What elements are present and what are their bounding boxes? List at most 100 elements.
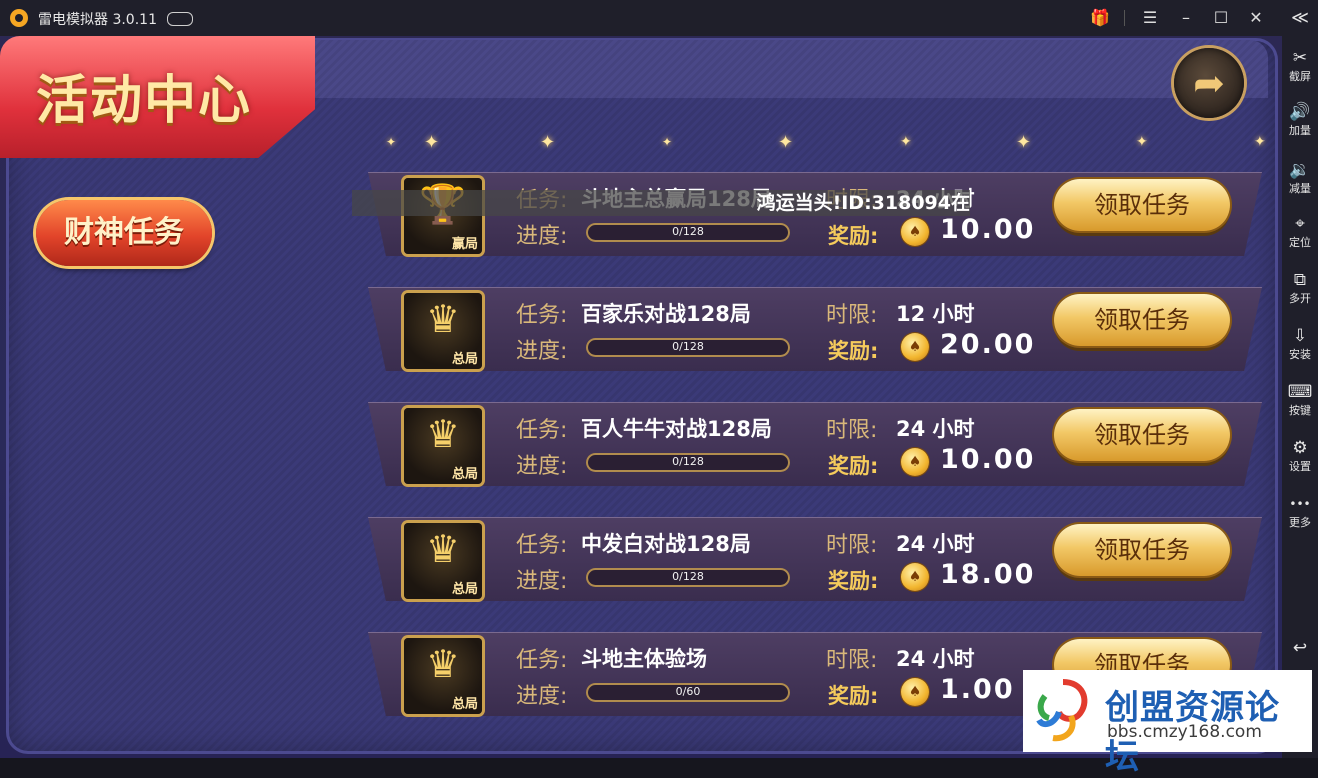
sidebar-item-label: 加量 [1289,124,1311,137]
task-row: ♛ 总局 任务: 百人牛牛对战128局 进度: 0/128 时限: 24 小时 … [368,402,1262,486]
task-icon-tag: 总局 [451,467,478,482]
time-limit-value: 24 小时 [896,417,975,441]
sparkle-icon: ✦ [1136,134,1148,150]
progress-label: 进度: [516,684,568,709]
progress-label: 进度: [516,339,568,364]
multi-window-icon: ⧉ [1293,270,1307,290]
menu-button[interactable]: ☰ [1138,6,1162,30]
time-limit-value: 24 小时 [896,647,975,671]
gold-balls-icon: ♛ [425,642,461,686]
task-icon-tag: 总局 [451,352,478,367]
progress-label: 进度: [516,224,568,249]
reward-value: 10.00 [940,444,1036,475]
gift-icon[interactable]: 🎁 [1088,6,1112,30]
progress-label: 进度: [516,454,568,479]
progress-text: 0/128 [672,570,704,583]
task-icon: ♛ 总局 [404,408,482,484]
sidebar-item-install[interactable]: ⇩ 安装 [1282,324,1318,362]
sidebar-item-label: 设置 [1289,460,1311,473]
minimize-button[interactable]: – [1174,6,1198,30]
sparkle-icon: ✦ [900,134,912,150]
coin-icon: ♠ [901,448,929,476]
progress-bar: 0/128 [586,338,790,357]
reward-label: 奖励: [828,684,879,708]
sidebar-item-keymap[interactable]: ⌨ 按键 [1282,380,1318,418]
time-limit-label: 时限: [826,418,878,443]
maximize-button[interactable]: ☐ [1209,6,1233,30]
reward-value: 10.00 [940,214,1036,245]
task-name: 百人牛牛对战128局 [581,417,772,441]
volume-up-icon: 🔊 [1289,102,1311,122]
task-icon: ♛ 总局 [404,638,482,714]
sidebar-back-button[interactable]: ↩ [1282,636,1318,660]
sidebar-item-volume-down[interactable]: 🔉 减量 [1282,158,1318,196]
return-button[interactable]: ➦ [1174,48,1244,118]
claim-task-button[interactable]: 领取任务 [1054,524,1230,576]
sparkle-icon: ✦ [662,135,673,149]
reward-label: 奖励: [828,454,879,478]
sidebar-item-screenshot[interactable]: ✂ 截屏 [1282,46,1318,84]
notice-text: 鸿运当头!ID:318094在 [756,192,970,214]
titlebar-divider [1124,10,1125,26]
claim-task-button[interactable]: 领取任务 [1054,294,1230,346]
task-icon-tag: 总局 [451,582,478,597]
sidebar-item-settings[interactable]: ⚙ 设置 [1282,436,1318,474]
progress-text: 0/128 [672,455,704,468]
sidebar-item-label: 截屏 [1289,70,1311,83]
reward-value: 18.00 [940,559,1036,590]
gear-icon: ⚙ [1292,438,1308,458]
task-label: 任务: [516,533,568,558]
gamepad-icon[interactable] [167,12,193,26]
progress-bar: 0/60 [586,683,790,702]
sidebar-item-label: 多开 [1289,292,1311,305]
sparkle-icon: ✦ [1254,134,1266,150]
claim-task-button[interactable]: 领取任务 [1054,409,1230,461]
task-icon-tag: 总局 [451,697,478,712]
task-icon-tag: 赢局 [451,237,478,252]
claim-task-button[interactable]: 领取任务 [1054,179,1230,231]
sidebar-item-location[interactable]: ⌖ 定位 [1282,212,1318,250]
sidebar-item-label: 按键 [1289,404,1311,417]
progress-bar: 0/128 [586,223,790,242]
progress-text: 0/128 [672,225,704,238]
task-row: ♛ 总局 任务: 中发白对战128局 进度: 0/128 时限: 24 小时 奖… [368,517,1262,601]
task-row: ♛ 总局 任务: 百家乐对战128局 进度: 0/128 时限: 12 小时 奖… [368,287,1262,371]
app-logo-icon [10,9,28,27]
back-arrow-icon: ↩ [1292,638,1308,658]
sidebar-item-volume-up[interactable]: 🔊 加量 [1282,100,1318,138]
close-button[interactable]: ✕ [1244,6,1268,30]
sidebar-item-label: 定位 [1289,236,1311,249]
volume-down-icon: 🔉 [1289,160,1311,180]
progress-bar: 0/128 [586,453,790,472]
progress-text: 0/128 [672,340,704,353]
sidebar-item-more[interactable]: ••• 更多 [1282,492,1318,530]
gold-balls-icon: ♛ [425,412,461,456]
sidebar-collapse-button[interactable]: ≪ [1282,6,1318,30]
task-name: 斗地主体验场 [581,647,707,671]
time-limit-value: 12 小时 [896,302,975,326]
progress-bar: 0/128 [586,568,790,587]
task-name: 百家乐对战128局 [581,302,751,326]
reward-label: 奖励: [828,339,879,363]
page-title: 活动中心 [36,70,253,131]
forum-watermark: 创盟资源论坛 bbs.cmzy168.com [1023,670,1312,777]
task-label: 任务: [516,648,568,673]
broadcast-notice: 鸿运当头!ID:318094在 [352,190,970,216]
reward-label: 奖励: [828,569,879,593]
sidebar-item-label: 更多 [1289,516,1311,529]
task-icon: ♛ 总局 [404,293,482,369]
task-label: 任务: [516,303,568,328]
tab-caishen-tasks[interactable]: 财神任务 [36,200,212,266]
reward-value: 20.00 [940,329,1036,360]
forum-url: bbs.cmzy168.com [1107,722,1262,742]
task-name: 中发白对战128局 [581,532,751,556]
forum-logo-icon [1036,679,1088,742]
sparkle-icon: ✦ [540,132,556,153]
emulator-sidebar: ≪ ✂ 截屏 🔊 加量 🔉 减量 ⌖ 定位 ⧉ 多开 ⇩ 安装 ⌨ 按键 ⚙ 设… [1282,0,1318,758]
more-icon: ••• [1289,497,1311,511]
game-screen: 活动中心 财神任务 ➦ ✦ ✦ ✦ ✦ ✦ ✦ ✦ ✦ ✦ 🏆 赢局 任务: 斗… [0,36,1282,758]
sidebar-item-multi-open[interactable]: ⧉ 多开 [1282,268,1318,306]
time-limit-value: 24 小时 [896,532,975,556]
reward-value: 1.00 [940,674,1015,705]
reward-label: 奖励: [828,224,879,248]
